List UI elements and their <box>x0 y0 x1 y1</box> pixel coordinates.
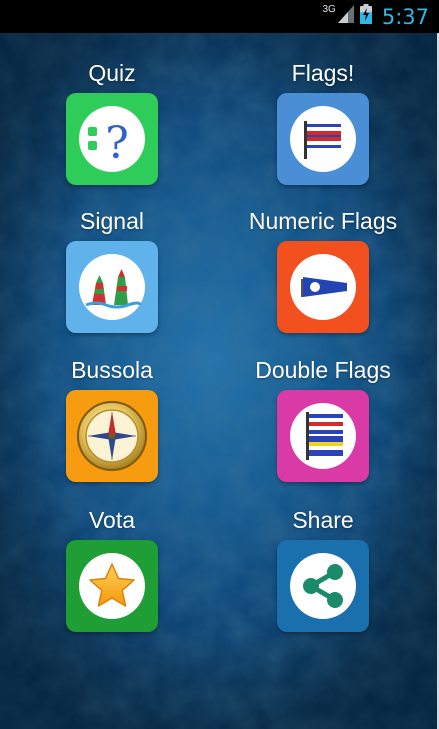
menu-tile-bussola[interactable]: Bussola <box>32 357 192 482</box>
signal-button[interactable] <box>66 241 158 333</box>
battery-icon <box>359 4 372 29</box>
quiz-icon: ? <box>88 118 129 169</box>
share-button[interactable] <box>277 540 369 632</box>
double-flag-icon <box>306 412 343 460</box>
menu-tile-quiz[interactable]: Quiz ? <box>32 60 192 185</box>
menu-label-share: Share <box>292 507 354 533</box>
signal-buoys-icon <box>85 269 142 309</box>
screen: 3G 5:37 Quiz ? Flags! Signal Numeric Fla… <box>0 0 439 729</box>
menu-tile-share[interactable]: Share <box>243 507 403 632</box>
signal-icon <box>337 5 354 28</box>
quiz-button[interactable]: ? <box>66 93 158 185</box>
menu-label-signal: Signal <box>80 208 144 234</box>
compass-icon <box>77 401 147 471</box>
menu-label-double-flags: Double Flags <box>255 357 391 383</box>
network-type: 3G <box>322 4 336 15</box>
menu-tile-double-flags[interactable]: Double Flags <box>243 357 403 482</box>
flags-button[interactable] <box>277 93 369 185</box>
menu-label-quiz: Quiz <box>88 60 136 86</box>
svg-text:?: ? <box>105 118 129 169</box>
menu-label-bussola: Bussola <box>71 357 153 383</box>
menu-tile-signal[interactable]: Signal <box>32 208 192 333</box>
clock: 5:37 <box>381 4 429 29</box>
menu-tile-flags[interactable]: Flags! <box>243 60 403 185</box>
bussola-button[interactable] <box>66 390 158 482</box>
status-icons: 3G 5:37 <box>322 0 429 33</box>
menu-label-flags: Flags! <box>291 60 355 86</box>
star-icon <box>89 563 135 607</box>
vota-button[interactable] <box>66 540 158 632</box>
share-icon <box>303 564 343 608</box>
flag-icon <box>304 121 341 159</box>
double-flags-button[interactable] <box>277 390 369 482</box>
menu-tile-vota[interactable]: Vota <box>32 507 192 632</box>
menu-label-numeric-flags: Numeric Flags <box>248 208 398 234</box>
status-bar: 3G 5:37 <box>0 0 439 33</box>
pennant-icon <box>301 277 347 297</box>
menu-tile-numeric-flags[interactable]: Numeric Flags <box>243 208 403 333</box>
menu-label-vota: Vota <box>88 507 136 533</box>
numeric-flags-button[interactable] <box>277 241 369 333</box>
